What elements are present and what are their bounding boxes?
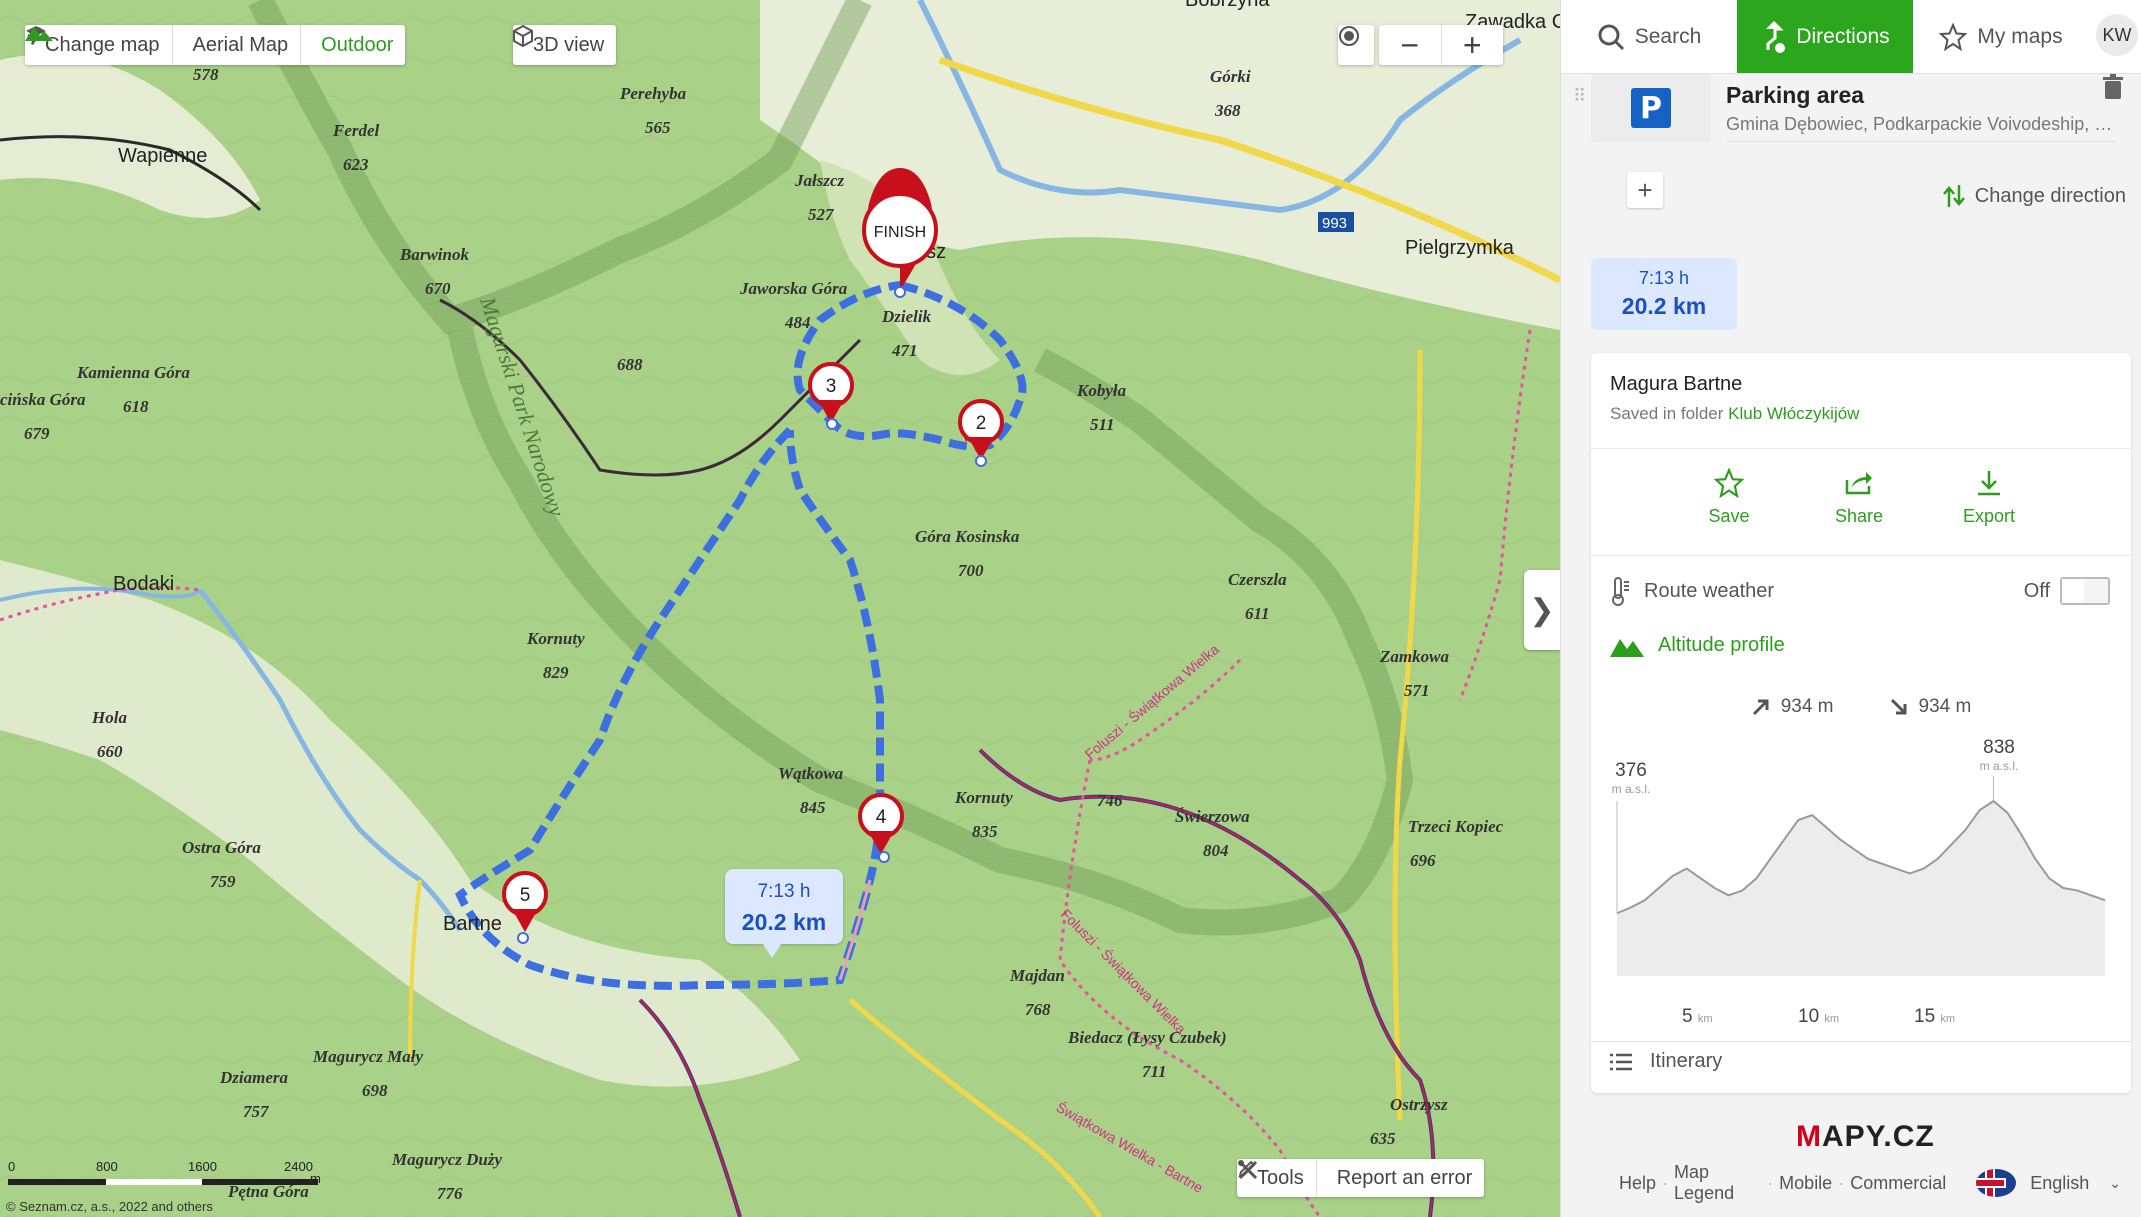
download-icon bbox=[1949, 468, 2029, 500]
language-selector[interactable]: English ⌄ bbox=[1970, 1169, 2133, 1197]
route-summary-label[interactable]: 7:13 h 20.2 km bbox=[725, 869, 843, 958]
save-button[interactable]: Save bbox=[1689, 467, 1769, 527]
route-time: 7:13 h bbox=[757, 881, 811, 902]
list-icon bbox=[1610, 1053, 1632, 1071]
route-actions: Save Share Export bbox=[1689, 467, 2029, 527]
zoom-out-button[interactable]: − bbox=[1379, 25, 1441, 65]
waypoint-title: Parking area bbox=[1726, 82, 1865, 108]
route-weather-state: Off bbox=[2023, 579, 2050, 602]
trash-icon[interactable] bbox=[2102, 74, 2124, 105]
tab-my-maps[interactable]: My maps bbox=[1913, 0, 2089, 73]
map-canvas[interactable]: Wapienne Bodaki Bartne Pielgrzymka Zawad… bbox=[0, 0, 1560, 1217]
collapse-panel-button[interactable]: ❯ bbox=[1524, 570, 1560, 650]
star-icon bbox=[1939, 22, 1968, 51]
route-weather-toggle[interactable] bbox=[2060, 577, 2110, 605]
user-avatar[interactable]: KW bbox=[2096, 14, 2138, 56]
locate-me-button[interactable] bbox=[1338, 25, 1374, 65]
route-summary-chip[interactable]: 7:13 h 20.2 km bbox=[1591, 258, 1737, 330]
panel-tabs: Search Directions My maps KW bbox=[1561, 0, 2141, 74]
search-icon bbox=[1597, 23, 1625, 51]
km-tick: 15 km bbox=[1914, 1006, 1956, 1027]
star-icon bbox=[1689, 467, 1769, 500]
summary-distance: 20.2 km bbox=[1621, 293, 1707, 319]
folder-link[interactable]: Klub Włóczykijów bbox=[1728, 404, 1859, 423]
route-weather-row: Route weather Off bbox=[1610, 571, 2110, 611]
zoom-in-button[interactable]: + bbox=[1440, 25, 1504, 65]
tab-directions[interactable]: Directions bbox=[1737, 0, 1913, 73]
altitude-profile-header[interactable]: Altitude profile bbox=[1610, 625, 2110, 665]
summary-time: 7:13 h bbox=[1638, 268, 1690, 288]
directions-icon bbox=[1760, 20, 1786, 54]
add-waypoint-button[interactable]: + bbox=[1627, 172, 1663, 208]
route-distance: 20.2 km bbox=[741, 909, 827, 935]
swap-icon bbox=[1942, 183, 1965, 209]
footer-link-commercial[interactable]: Commercial bbox=[1844, 1173, 1952, 1194]
itinerary-button[interactable]: Itinerary bbox=[1610, 1050, 1722, 1073]
altitude-profile[interactable]: 934 m 934 m 376 m a.s.l. 838 m a.s.l. 5 … bbox=[1609, 676, 2113, 1041]
route-folder: Saved in folder Klub Włóczykijów bbox=[1610, 404, 1860, 423]
export-button[interactable]: Export bbox=[1949, 468, 2029, 527]
aerial-map-button[interactable]: Aerial Map bbox=[27, 25, 301, 65]
drag-handle-icon[interactable]: ⠿ bbox=[1573, 86, 1586, 107]
parking-icon: P bbox=[1591, 74, 1711, 142]
thermometer-icon bbox=[1610, 576, 1630, 606]
share-icon bbox=[1819, 468, 1899, 500]
start-altitude: 376 m a.s.l. bbox=[1611, 760, 1651, 796]
map-graphics bbox=[0, 0, 1560, 1217]
share-button[interactable]: Share bbox=[1819, 468, 1899, 527]
mapy-logo[interactable]: MAPY.CZ bbox=[1796, 1120, 1935, 1154]
footer-links: Help · Map Legend · Mobile · Commercial Eng… bbox=[1613, 1162, 2133, 1204]
side-panel: Search Directions My maps KW ⠿ P Parking… bbox=[1560, 0, 2141, 1217]
footer-link-mobile[interactable]: Mobile bbox=[1773, 1173, 1838, 1194]
altitude-area bbox=[1617, 801, 2105, 976]
waypoint-subtitle: Gmina Dębowiec, Podkarpackie Voivodeship… bbox=[1726, 114, 2116, 142]
km-tick: 10 km bbox=[1798, 1006, 1840, 1027]
max-altitude: 838 m a.s.l. bbox=[1979, 737, 2019, 773]
uk-flag-icon bbox=[1976, 1169, 2017, 1197]
route-weather-label: Route weather bbox=[1644, 579, 1775, 602]
zoom-control: − + bbox=[1379, 25, 1503, 65]
outdoor-map-button[interactable]: Outdoor bbox=[25, 25, 405, 65]
chevron-right-icon: ❯ bbox=[1529, 593, 1555, 627]
footer-link-legend[interactable]: Map Legend bbox=[1668, 1162, 1767, 1204]
map-type-switcher: Change map Aerial Map Outdoor bbox=[25, 25, 406, 65]
mountain-icon bbox=[1610, 633, 1644, 657]
route-name: Magura Bartne bbox=[1610, 373, 1743, 395]
tab-search[interactable]: Search bbox=[1561, 0, 1737, 73]
map-copyright[interactable]: © Seznam.cz, a.s., 2022 and others bbox=[4, 1199, 215, 1214]
map-bottom-tools: Tools Report an error bbox=[1237, 1159, 1485, 1197]
report-error-button[interactable]: Report an error bbox=[1238, 1159, 1485, 1197]
route-card: Magura Bartne Saved in folder Klub Włócz… bbox=[1591, 353, 2131, 1093]
map-scale-bar: 0 800 1600 2400 m bbox=[8, 1155, 321, 1186]
altitude-chart bbox=[1616, 776, 2106, 976]
waypoint-start[interactable]: P Parking area Gmina Dębowiec, Podkarpac… bbox=[1591, 74, 2131, 154]
chevron-down-icon: ⌄ bbox=[2109, 1174, 2121, 1191]
3d-view-button[interactable]: 3D view bbox=[513, 25, 617, 65]
km-tick: 5 km bbox=[1682, 1006, 1713, 1027]
change-direction-button[interactable]: Change direction bbox=[1942, 183, 2126, 209]
footer-link-help[interactable]: Help bbox=[1613, 1173, 1662, 1194]
